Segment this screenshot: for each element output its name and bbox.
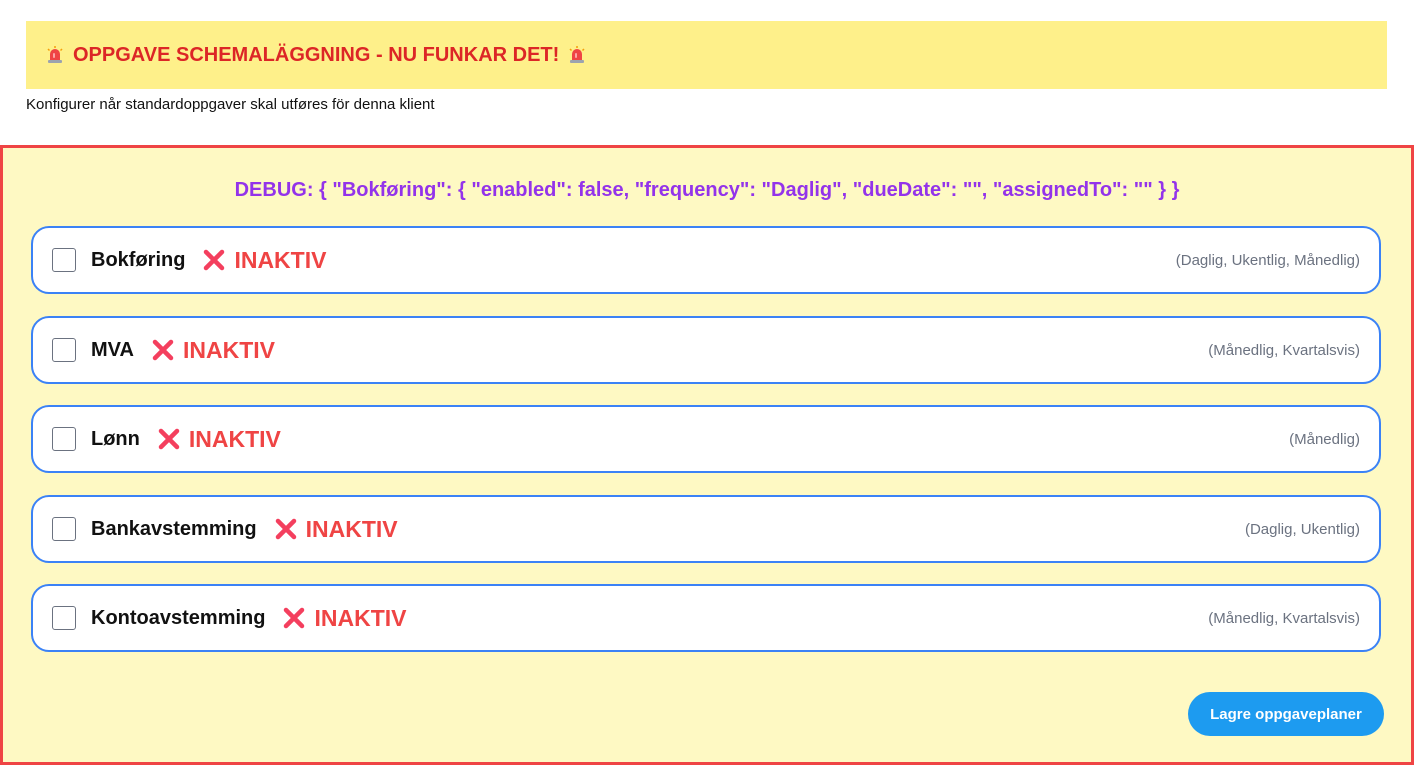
cross-mark-icon — [157, 427, 181, 451]
cross-mark-icon — [282, 606, 306, 630]
cross-mark-icon — [202, 248, 226, 272]
task-frequencies: (Månedlig, Kvartalsvis) — [1208, 609, 1360, 627]
task-status: INAKTIV — [202, 247, 326, 274]
task-status: INAKTIV — [151, 337, 275, 364]
save-schedules-button[interactable]: Lagre oppgaveplaner — [1188, 692, 1384, 736]
task-enable-checkbox[interactable] — [52, 248, 76, 272]
task-enable-checkbox[interactable] — [52, 427, 76, 451]
banner-title: OPPGAVE SCHEMALÄGGNING - NU FUNKAR DET! — [73, 43, 560, 66]
siren-icon — [47, 46, 63, 64]
task-name: Bankavstemming — [91, 517, 257, 540]
task-status: INAKTIV — [282, 605, 406, 632]
task-status: INAKTIV — [157, 426, 281, 453]
task-name: Bokføring — [91, 248, 186, 271]
task-status: INAKTIV — [274, 516, 398, 543]
task-name: Lønn — [91, 427, 140, 450]
task-frequencies: (Daglig, Ukentlig, Månedlig) — [1175, 251, 1360, 269]
task-enable-checkbox[interactable] — [52, 606, 76, 630]
task-frequencies: (Daglig, Ukentlig) — [1244, 520, 1360, 538]
task-status-label: INAKTIV — [234, 246, 327, 273]
cross-mark-icon — [274, 517, 298, 541]
siren-icon — [569, 46, 585, 64]
task-row-bokforing: Bokføring INAKTIV (Daglig, Ukentlig, Mån… — [31, 226, 1381, 294]
task-row-mva: MVA INAKTIV (Månedlig, Kvartalsvis) — [31, 316, 1381, 384]
task-enable-checkbox[interactable] — [52, 338, 76, 362]
page-description: Konfigurer når standardoppgaver skal utf… — [26, 96, 435, 113]
task-schedule-panel: DEBUG: { "Bokføring": { "enabled": false… — [0, 145, 1414, 765]
task-name: Kontoavstemming — [91, 606, 266, 629]
task-status-label: INAKTIV — [314, 604, 407, 631]
task-name: MVA — [91, 338, 134, 361]
task-row-kontoavstemming: Kontoavstemming INAKTIV (Månedlig, Kvart… — [31, 584, 1381, 652]
task-frequencies: (Månedlig, Kvartalsvis) — [1208, 341, 1360, 359]
task-frequencies: (Månedlig) — [1289, 430, 1360, 448]
banner-title-group: OPPGAVE SCHEMALÄGGNING - NU FUNKAR DET! — [47, 44, 585, 67]
cross-mark-icon — [151, 338, 175, 362]
alert-banner: OPPGAVE SCHEMALÄGGNING - NU FUNKAR DET! — [26, 21, 1387, 89]
task-status-label: INAKTIV — [188, 425, 281, 452]
task-row-lonn: Lønn INAKTIV (Månedlig) — [31, 405, 1381, 473]
task-status-label: INAKTIV — [305, 515, 398, 542]
debug-output: DEBUG: { "Bokføring": { "enabled": false… — [234, 179, 1180, 201]
task-status-label: INAKTIV — [182, 336, 275, 363]
task-row-bankavstemming: Bankavstemming INAKTIV (Daglig, Ukentlig… — [31, 495, 1381, 563]
task-enable-checkbox[interactable] — [52, 517, 76, 541]
